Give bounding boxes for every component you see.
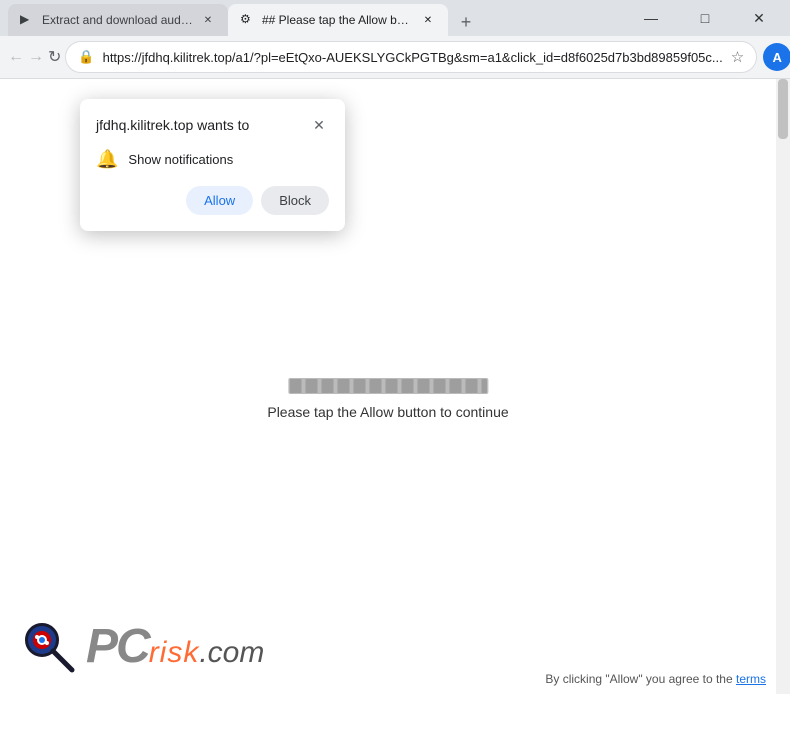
browser-chrome: ▶ Extract and download audio an... ✕ ⚙ #… [0, 0, 790, 79]
progress-bar-fill [289, 379, 487, 393]
logo-dotcom: .com [199, 636, 264, 670]
tab1-close-button[interactable]: ✕ [200, 12, 216, 28]
back-button[interactable]: ← [8, 41, 24, 73]
logo-area: PC risk .com [20, 618, 264, 674]
terms-link[interactable]: terms [736, 672, 766, 686]
lock-icon: 🔒 [78, 49, 94, 65]
profile-avatar: A [763, 43, 790, 71]
title-bar: ▶ Extract and download audio an... ✕ ⚙ #… [0, 0, 790, 36]
maximize-button[interactable]: □ [682, 0, 728, 36]
logo-risk: risk [149, 636, 200, 670]
popup-buttons: Allow Block [96, 186, 329, 215]
minimize-button[interactable]: — [628, 0, 674, 36]
logo-icon [20, 618, 76, 674]
progress-text: Please tap the Allow button to continue [267, 404, 508, 420]
tab2-title: ## Please tap the Allow button... [262, 13, 414, 27]
profile-button[interactable]: A [761, 41, 790, 73]
bookmark-icon[interactable]: ☆ [731, 48, 744, 66]
popup-title: jfdhq.kilitrek.top wants to [96, 117, 249, 133]
tab1-title: Extract and download audio an... [42, 13, 194, 27]
tab2-close-button[interactable]: ✕ [420, 12, 436, 28]
tab-2[interactable]: ⚙ ## Please tap the Allow button... ✕ [228, 4, 448, 36]
allow-button[interactable]: Allow [186, 186, 253, 215]
close-button[interactable]: ✕ [736, 0, 782, 36]
progress-bar [288, 378, 488, 394]
url-text: https://jfdhq.kilitrek.top/a1/?pl=eEtQxo… [103, 50, 723, 65]
tab2-favicon: ⚙ [240, 12, 256, 28]
address-bar-row: ← → ↻ 🔒 https://jfdhq.kilitrek.top/a1/?p… [0, 36, 790, 78]
tab1-favicon: ▶ [20, 12, 36, 28]
bell-icon: 🔔 [96, 149, 118, 170]
scrollbar[interactable] [776, 79, 790, 694]
bottom-text: By clicking "Allow" you agree to the [545, 672, 732, 686]
window-controls: — □ ✕ [628, 0, 782, 36]
notification-popup: jfdhq.kilitrek.top wants to ✕ 🔔 Show not… [80, 99, 345, 231]
progress-area: Please tap the Allow button to continue [267, 378, 508, 420]
popup-close-button[interactable]: ✕ [309, 115, 329, 135]
notification-text: Show notifications [128, 152, 233, 167]
forward-button[interactable]: → [28, 41, 44, 73]
logo-pc: PC [86, 619, 149, 674]
bottom-right-text: By clicking "Allow" you agree to the ter… [545, 672, 766, 686]
tab-1[interactable]: ▶ Extract and download audio an... ✕ [8, 4, 228, 36]
logo-text: PC risk .com [86, 619, 264, 674]
address-bar[interactable]: 🔒 https://jfdhq.kilitrek.top/a1/?pl=eEtQ… [65, 41, 757, 73]
popup-header: jfdhq.kilitrek.top wants to ✕ [96, 115, 329, 135]
toolbar-icons: A ⋮ [761, 41, 790, 73]
scrollbar-thumb[interactable] [778, 79, 788, 139]
block-button[interactable]: Block [261, 186, 329, 215]
new-tab-button[interactable]: + [452, 8, 480, 36]
refresh-button[interactable]: ↻ [48, 41, 61, 73]
page-content: jfdhq.kilitrek.top wants to ✕ 🔔 Show not… [0, 79, 790, 694]
popup-notification-row: 🔔 Show notifications [96, 149, 329, 170]
